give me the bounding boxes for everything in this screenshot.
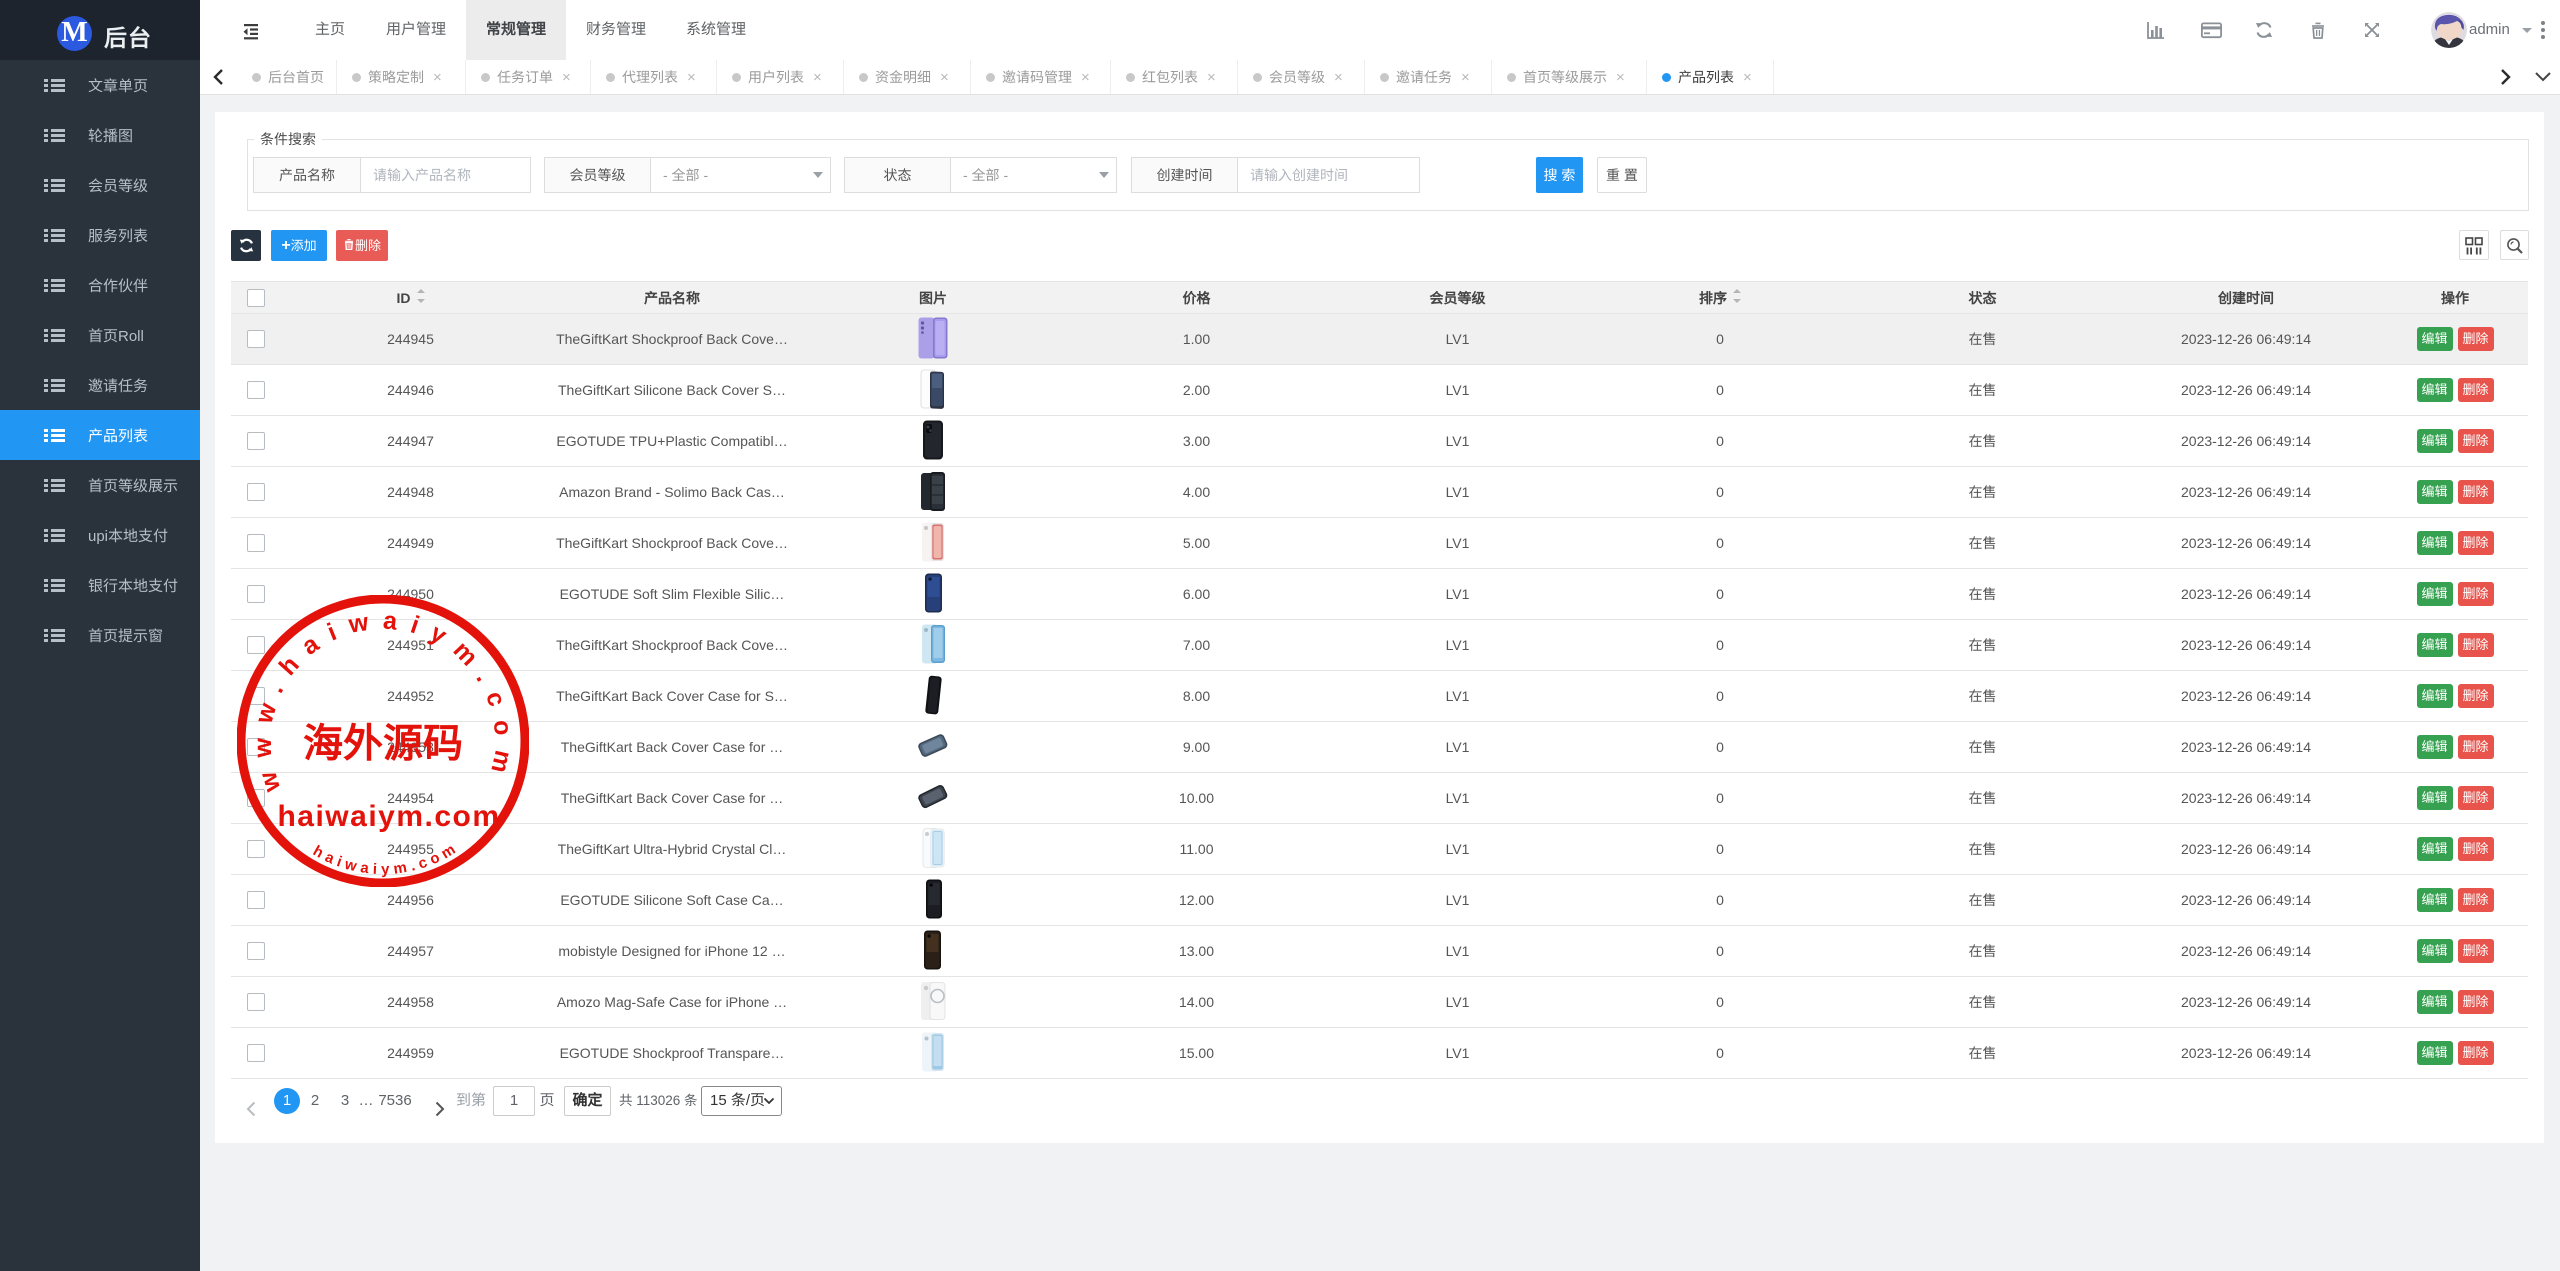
svg-text:海外源码: 海外源码 [303, 711, 463, 769]
svg-text:haiwaiym.com: haiwaiym.com [277, 800, 500, 833]
